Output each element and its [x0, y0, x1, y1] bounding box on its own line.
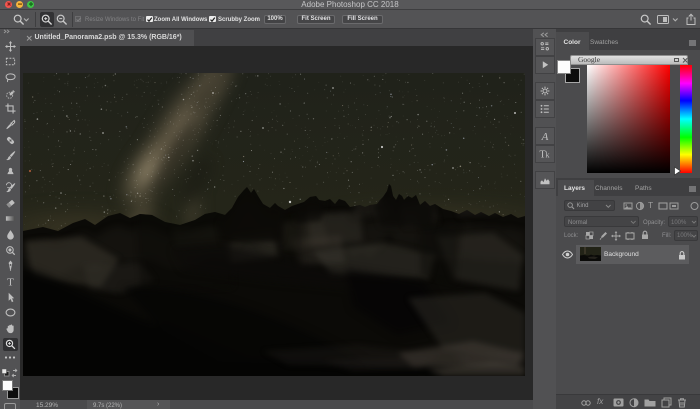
svg-text:A: A [540, 130, 548, 141]
svg-text:k: k [545, 150, 549, 159]
svg-text:T: T [7, 277, 14, 287]
